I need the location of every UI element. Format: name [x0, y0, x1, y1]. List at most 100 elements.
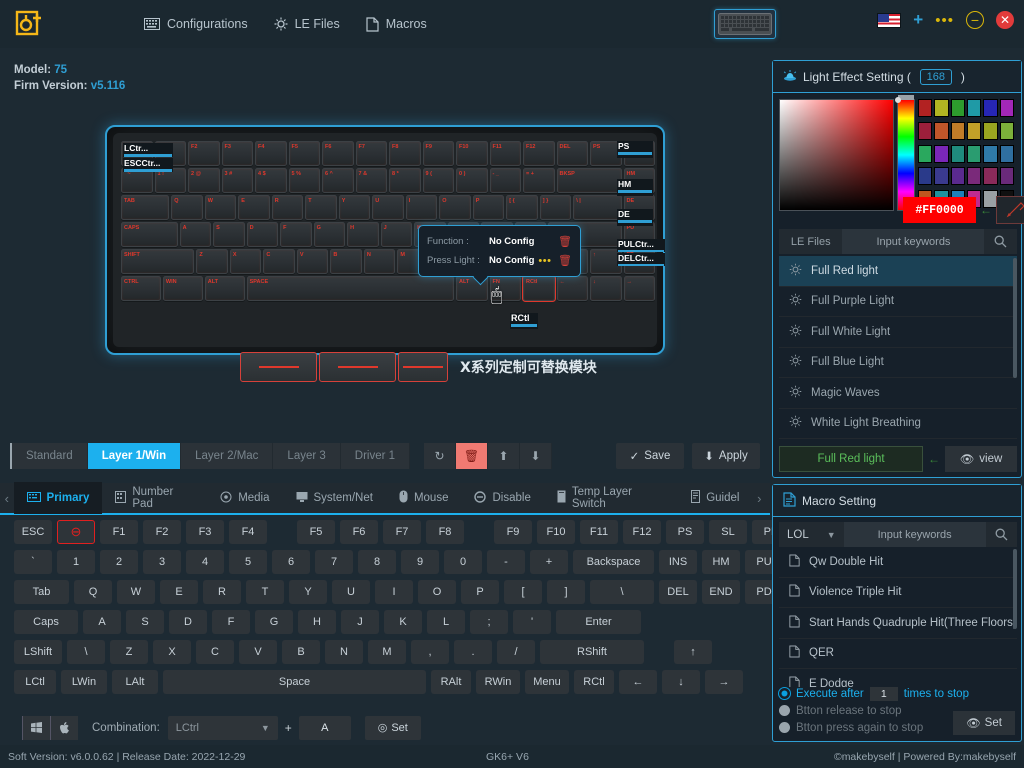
tab-system-net[interactable]: System/Net [283, 482, 386, 514]
physical-key[interactable]: 4 $ [255, 168, 287, 193]
physical-key[interactable]: Y [338, 195, 371, 220]
physical-key[interactable]: 2 @ [188, 168, 220, 193]
list-item[interactable]: Full Purple Light [779, 287, 1017, 317]
virtual-key[interactable]: 5 [229, 550, 267, 574]
virtual-key[interactable]: ⊖ [57, 520, 95, 544]
virtual-key[interactable]: B [282, 640, 320, 664]
add-language-button[interactable]: + [913, 10, 923, 30]
virtual-key[interactable]: X [153, 640, 191, 664]
virtual-key[interactable]: 3 [143, 550, 181, 574]
virtual-key[interactable]: A [83, 610, 121, 634]
physical-key[interactable]: O [439, 195, 471, 220]
layer-button-layer3[interactable]: Layer 3 [273, 443, 341, 469]
windows-icon[interactable] [22, 715, 50, 740]
virtual-key[interactable]: C [196, 640, 234, 664]
virtual-key[interactable]: T [246, 580, 284, 604]
legend-key-rctl-selected[interactable]: RCtl [510, 313, 538, 329]
physical-key[interactable]: 8 * [389, 168, 421, 193]
physical-key[interactable]: E [238, 195, 270, 220]
physical-key[interactable]: ↓ [590, 276, 622, 301]
virtual-key[interactable]: 0 [444, 550, 482, 574]
physical-key[interactable]: - _ [489, 168, 521, 193]
physical-key[interactable]: WIN [162, 276, 203, 301]
virtual-key[interactable]: RShift [540, 640, 644, 664]
tab-media[interactable]: Media [207, 482, 282, 514]
execute-times-input[interactable] [869, 686, 898, 701]
virtual-key[interactable]: DEL [659, 580, 697, 604]
virtual-key[interactable]: + [530, 550, 568, 574]
more-options-button[interactable]: ••• [935, 12, 954, 29]
list-item[interactable]: Violence Triple Hit [779, 578, 1017, 608]
virtual-key[interactable]: 7 [315, 550, 353, 574]
color-swatch[interactable] [950, 99, 965, 117]
virtual-key[interactable]: Space [163, 670, 426, 694]
physical-key[interactable]: F3 [221, 141, 253, 166]
physical-key[interactable]: X [229, 249, 262, 274]
list-item[interactable]: Qw Double Hit [779, 547, 1017, 578]
virtual-key[interactable]: F4 [229, 520, 267, 544]
virtual-key[interactable]: , [411, 640, 449, 664]
list-item[interactable]: Full Blue Light [779, 348, 1017, 378]
tab-number-pad[interactable]: Number Pad [102, 482, 207, 514]
physical-key[interactable]: ← [556, 276, 588, 301]
combination-key-value[interactable]: A [298, 715, 351, 740]
physical-key[interactable]: P [472, 195, 505, 220]
virtual-key[interactable]: K [384, 610, 422, 634]
color-swatch[interactable] [966, 99, 982, 117]
virtual-key[interactable]: W [117, 580, 155, 604]
color-swatch[interactable] [918, 167, 933, 186]
list-item[interactable]: Magic Waves [779, 378, 1017, 409]
color-swatch[interactable] [934, 121, 949, 140]
physical-key[interactable]: F4 [255, 141, 287, 166]
physical-key[interactable]: C [263, 249, 295, 274]
hex-color-value[interactable]: #FF0000 [903, 197, 976, 223]
saturation-value-field[interactable] [779, 99, 894, 211]
physical-key[interactable]: I [405, 195, 438, 220]
virtual-key[interactable]: M [368, 640, 406, 664]
virtual-key[interactable]: Y [289, 580, 327, 604]
combination-set-button[interactable]: ◎ Set [364, 715, 421, 740]
physical-key[interactable]: T [305, 195, 337, 220]
nav-le-files[interactable]: LE Files [274, 17, 340, 31]
module-1[interactable] [240, 352, 317, 382]
virtual-key[interactable]: Backspace [573, 550, 654, 574]
virtual-key[interactable]: H [298, 610, 336, 634]
list-item[interactable] [779, 439, 1017, 441]
virtual-key[interactable]: Menu [525, 670, 569, 694]
color-swatch[interactable] [966, 121, 982, 140]
virtual-key[interactable]: F6 [340, 520, 378, 544]
eyedropper-icon[interactable] [996, 196, 1024, 224]
macro-search-input[interactable] [843, 522, 986, 547]
virtual-key[interactable]: ↓ [662, 670, 700, 694]
legend-key-hm[interactable]: HM [617, 179, 653, 196]
list-item[interactable]: Full Red light [779, 256, 1017, 287]
option-execute-after[interactable]: Execute after times to stop [779, 685, 1017, 702]
virtual-key[interactable]: F8 [426, 520, 464, 544]
tab-primary[interactable]: Primary [13, 482, 103, 514]
physical-key[interactable]: 6 ^ [322, 168, 354, 193]
physical-key[interactable]: CAPS [121, 222, 178, 247]
legend-key-delctrl[interactable]: DELCtr... [617, 253, 665, 266]
physical-key[interactable]: \ | [573, 195, 622, 220]
tab-temp-layer-switch[interactable]: Temp Layer Switch [544, 482, 678, 514]
virtual-key[interactable]: F5 [297, 520, 335, 544]
trash-icon[interactable]: 🗑 [456, 443, 489, 469]
us-flag-icon[interactable] [877, 12, 902, 28]
physical-key[interactable]: H [347, 222, 379, 247]
virtual-key[interactable]: 2 [100, 550, 138, 574]
color-swatch[interactable] [966, 144, 982, 163]
virtual-key[interactable]: 1 [57, 550, 95, 574]
virtual-key[interactable]: F3 [186, 520, 224, 544]
physical-key[interactable]: D [246, 222, 279, 247]
layer-button-layer1-win[interactable]: Layer 1/Win [87, 443, 182, 469]
virtual-key[interactable]: E [160, 580, 198, 604]
virtual-key[interactable]: LWin [61, 670, 107, 694]
physical-key[interactable]: BKSP [556, 168, 622, 193]
physical-key[interactable]: CTRL [121, 276, 161, 301]
virtual-key[interactable]: O [418, 580, 456, 604]
virtual-key[interactable]: SL [709, 520, 747, 544]
search-icon[interactable] [985, 522, 1017, 547]
list-item[interactable]: Start Hands Quadruple Hit(Three Floors) [779, 608, 1017, 639]
physical-key[interactable]: DEL [556, 141, 588, 166]
virtual-key[interactable]: N [325, 640, 363, 664]
